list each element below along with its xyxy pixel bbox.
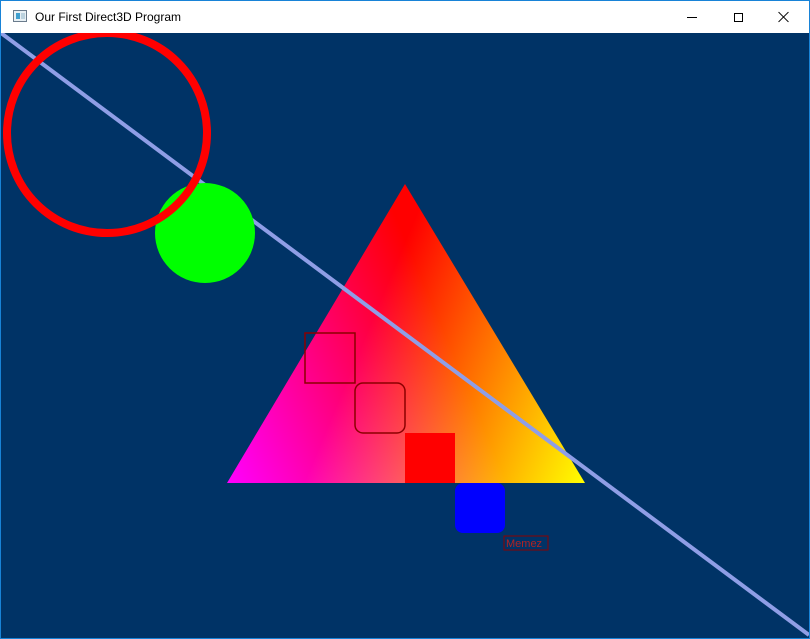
direct3d-render-area[interactable]: Memez <box>1 33 809 638</box>
minimize-button[interactable] <box>669 1 715 33</box>
application-window: Our First Direct3D Program Memez <box>0 0 810 639</box>
title-bar[interactable]: Our First Direct3D Program <box>1 1 809 33</box>
maximize-button[interactable] <box>715 1 761 33</box>
render-surface: Memez <box>1 33 809 638</box>
close-icon <box>778 11 790 23</box>
close-button[interactable] <box>761 1 807 33</box>
memez-label: Memez <box>506 538 542 550</box>
filled-blue-rounded-square <box>455 483 505 533</box>
green-filled-circle <box>155 183 255 283</box>
minimize-icon <box>687 16 697 18</box>
window-title: Our First Direct3D Program <box>35 10 182 24</box>
application-icon <box>13 10 27 22</box>
maximize-icon <box>733 12 743 22</box>
filled-red-square <box>405 433 455 483</box>
